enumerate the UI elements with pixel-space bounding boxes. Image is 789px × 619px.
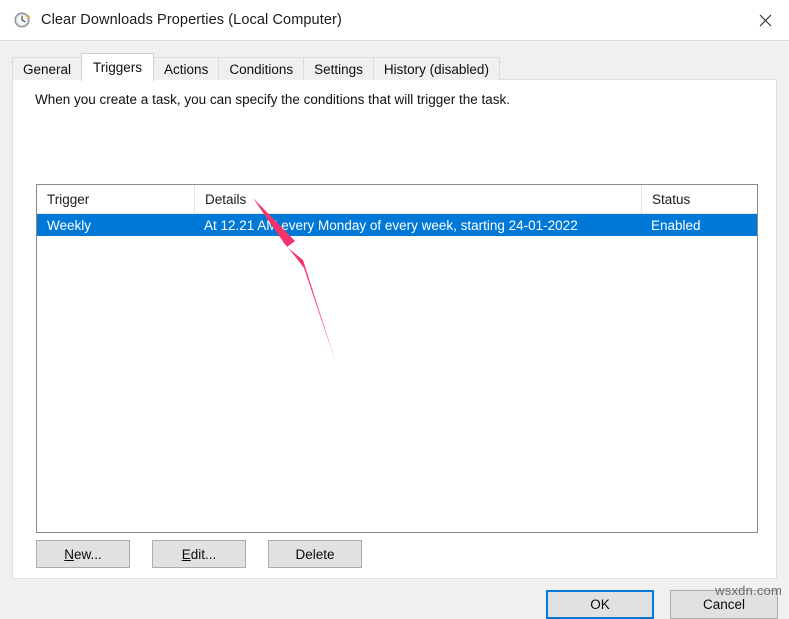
intro-description: When you create a task, you can specify … — [35, 92, 510, 107]
column-header-status[interactable]: Status — [641, 185, 757, 214]
dialog-body: General Triggers Actions Conditions Sett… — [0, 40, 789, 619]
tab-settings[interactable]: Settings — [303, 57, 374, 80]
column-label: Status — [652, 191, 691, 207]
tab-strip: General Triggers Actions Conditions Sett… — [12, 53, 500, 81]
edit-button-label: dit... — [190, 546, 217, 562]
title-bar: Clear Downloads Properties (Local Comput… — [0, 0, 789, 40]
tab-panel-triggers: When you create a task, you can specify … — [12, 79, 777, 579]
tab-label: History (disabled) — [383, 61, 489, 77]
cell-trigger: Weekly — [47, 217, 92, 233]
trigger-actions: New... Edit... Delete — [36, 540, 362, 568]
cell-details: At 12.21 AM every Monday of every week, … — [204, 217, 578, 233]
new-button[interactable]: New... — [36, 540, 130, 568]
clock-schedule-icon — [14, 12, 31, 28]
ok-button[interactable]: OK — [546, 590, 654, 619]
properties-dialog-window: Clear Downloads Properties (Local Comput… — [0, 0, 789, 619]
column-header-trigger[interactable]: Trigger — [37, 185, 194, 214]
new-button-label: ew... — [73, 546, 102, 562]
ok-button-label: OK — [590, 597, 610, 612]
tab-label: Triggers — [93, 60, 143, 75]
site-watermark: wsxdn.com — [715, 583, 782, 598]
tab-label: General — [23, 61, 72, 77]
tab-conditions[interactable]: Conditions — [218, 57, 305, 80]
edit-button-accel: E — [181, 546, 191, 562]
tab-label: Actions — [164, 61, 209, 77]
delete-button[interactable]: Delete — [268, 540, 362, 568]
cell-status: Enabled — [651, 217, 701, 233]
new-button-accel: N — [64, 546, 74, 562]
tab-triggers[interactable]: Triggers — [81, 53, 155, 81]
table-row[interactable]: Weekly At 12.21 AM every Monday of every… — [37, 214, 757, 236]
column-header-details[interactable]: Details — [194, 185, 641, 214]
close-icon[interactable] — [742, 0, 789, 40]
column-label: Trigger — [47, 191, 90, 207]
cancel-button-label: Cancel — [702, 597, 746, 612]
edit-button[interactable]: Edit... — [152, 540, 246, 568]
window-title: Clear Downloads Properties (Local Comput… — [41, 12, 342, 28]
column-label: Details — [205, 191, 247, 207]
tab-general[interactable]: General — [12, 57, 83, 80]
tab-history[interactable]: History (disabled) — [372, 57, 500, 80]
delete-button-label: Delete — [295, 546, 335, 562]
tab-label: Settings — [314, 61, 363, 77]
triggers-list-header: Trigger Details Status — [37, 185, 757, 214]
tab-actions[interactable]: Actions — [153, 57, 220, 80]
tab-label: Conditions — [229, 61, 294, 77]
triggers-list[interactable]: Trigger Details Status Weekly At 12.21 A… — [36, 184, 758, 533]
